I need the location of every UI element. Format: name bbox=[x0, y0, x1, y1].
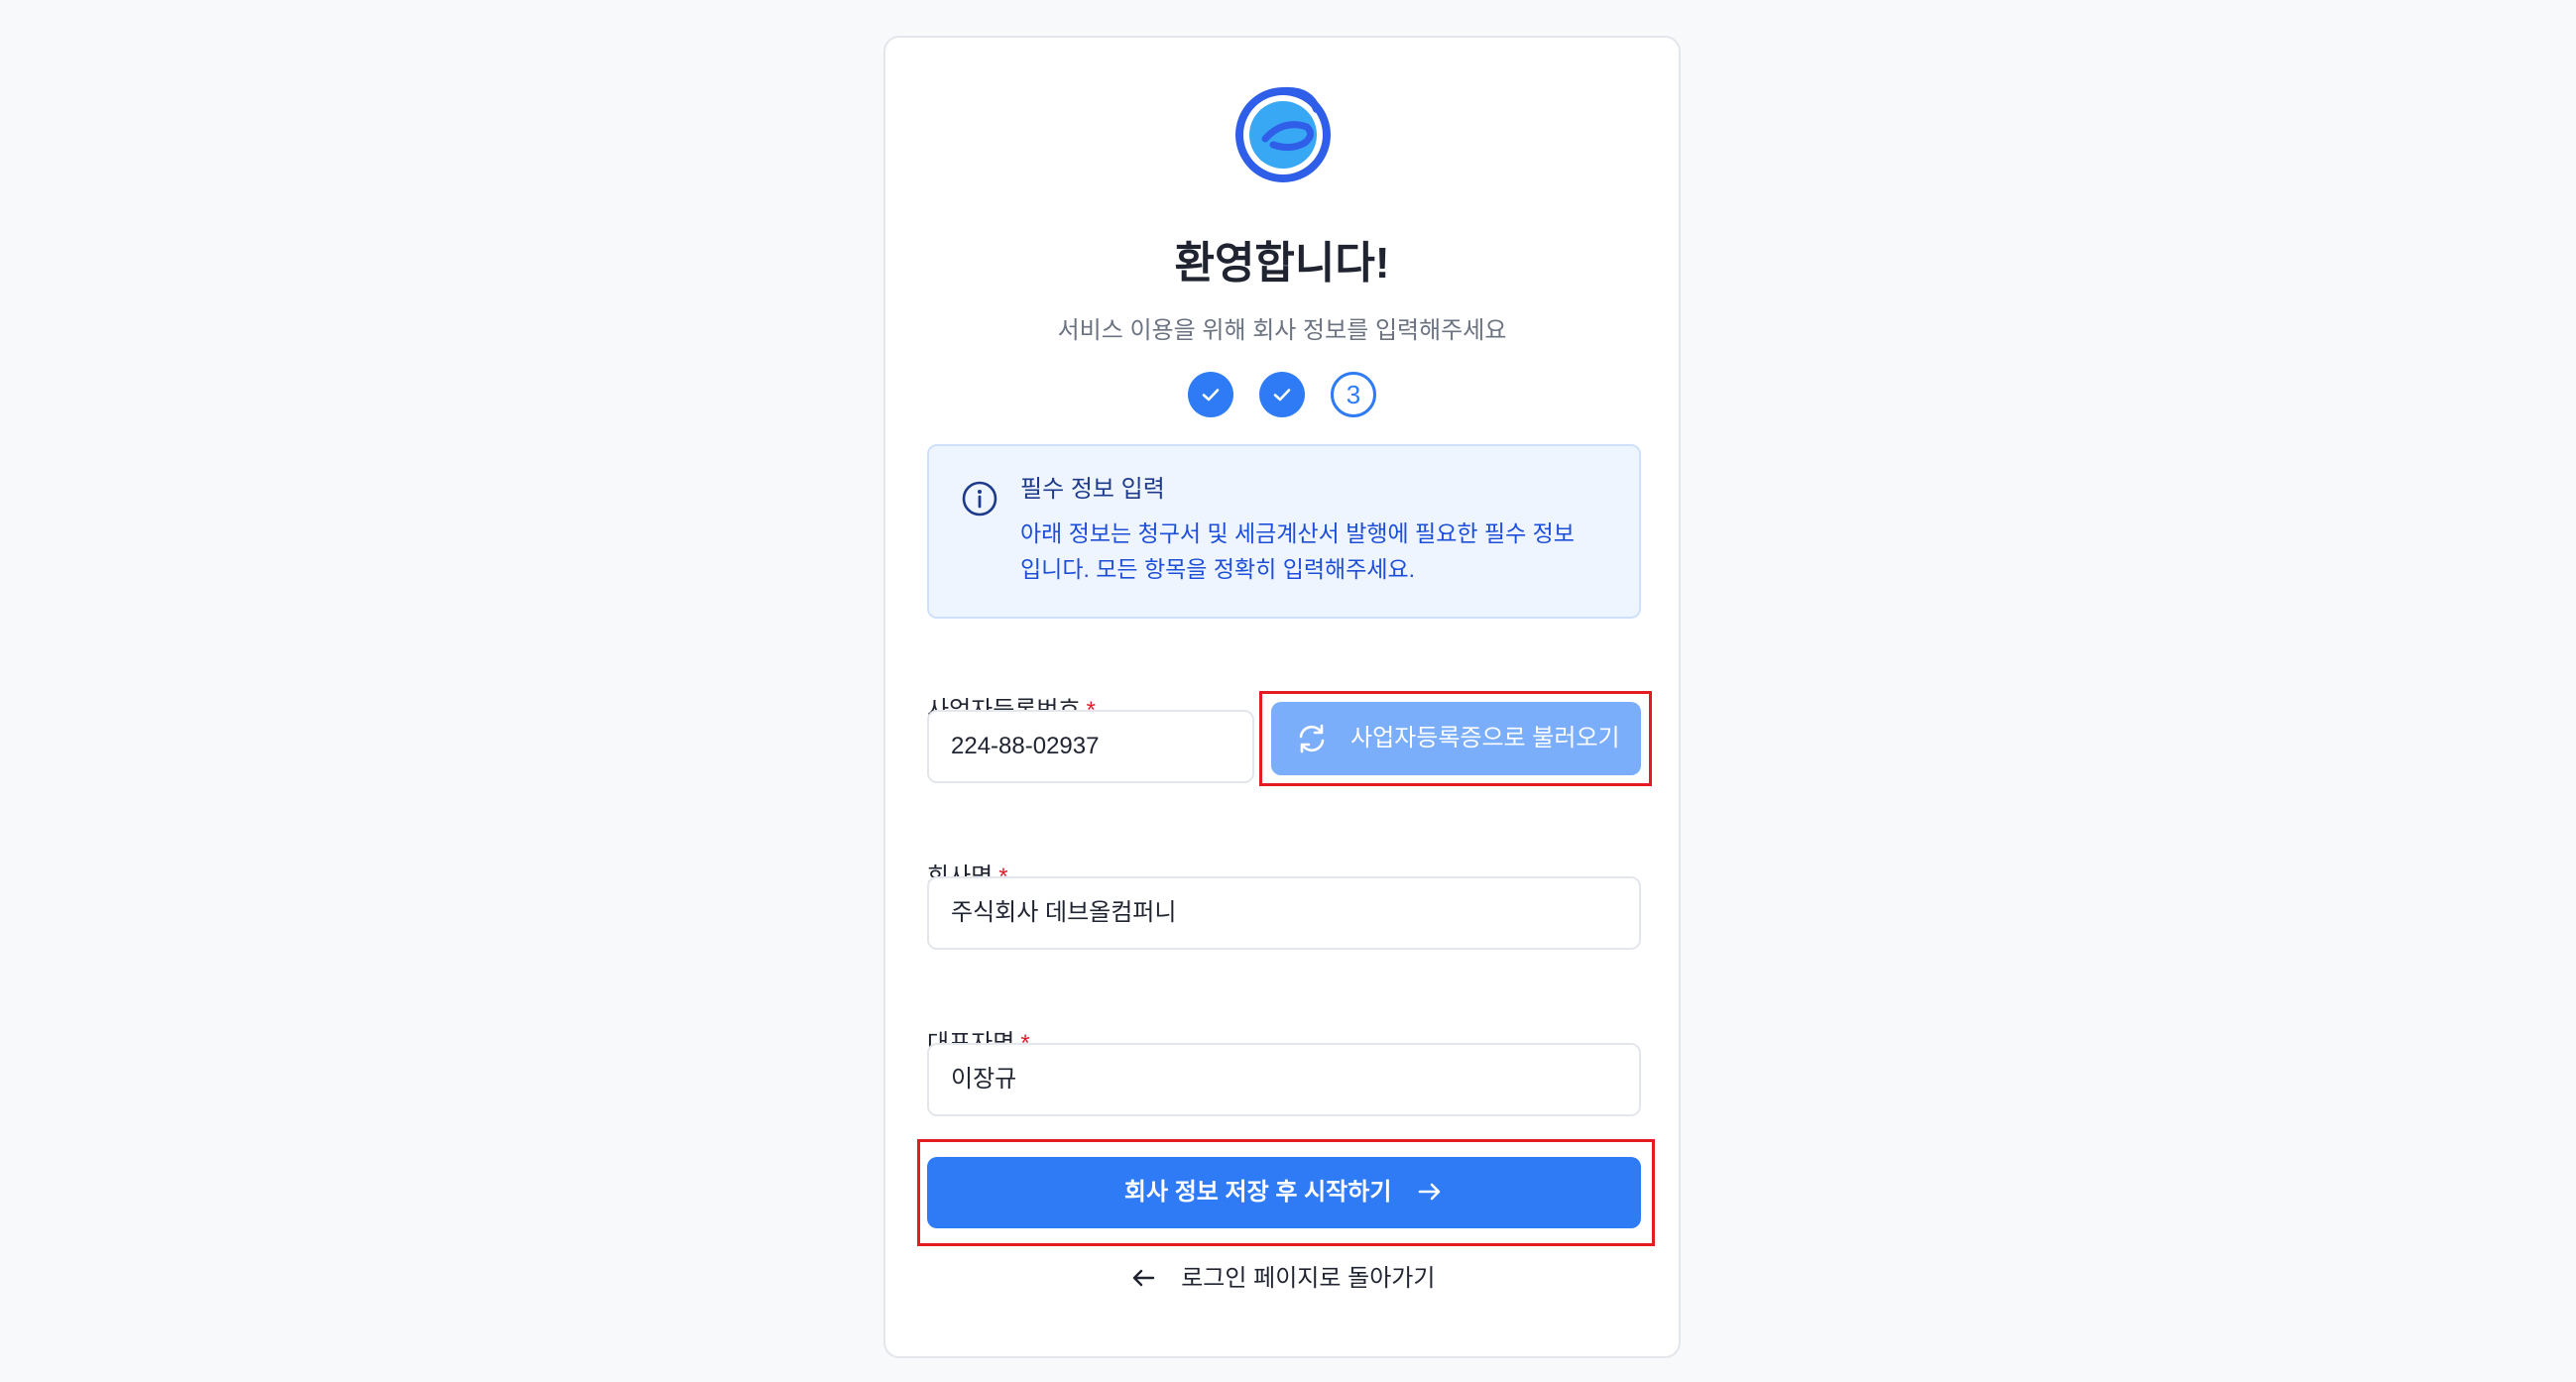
info-line-2: 입니다. 모든 항목을 정확히 입력해주세요. bbox=[1020, 556, 1416, 582]
load-button-label: 사업자등록증으로 불러오기 bbox=[1350, 725, 1620, 751]
step-3-current: 3 bbox=[1331, 372, 1376, 417]
save-and-start-button[interactable]: 회사 정보 저장 후 시작하기 bbox=[927, 1157, 1641, 1228]
refresh-icon bbox=[1299, 724, 1325, 753]
step-indicator: 3 bbox=[1188, 372, 1386, 417]
info-line-1: 아래 정보는 청구서 및 세금계산서 발행에 필요한 필수 정보 bbox=[1020, 520, 1575, 546]
onboarding-card: 환영합니다! 서비스 이용을 위해 회사 정보를 입력해주세요 3 필수 정보 … bbox=[883, 36, 1681, 1358]
check-icon bbox=[1202, 389, 1220, 402]
arrow-left-icon bbox=[1132, 1269, 1154, 1286]
step-1-complete bbox=[1188, 372, 1233, 417]
check-icon bbox=[1273, 389, 1291, 402]
business-number-input[interactable]: 224-88-02937 bbox=[927, 710, 1254, 783]
back-to-login-link[interactable]: 로그인 페이지로 돌아가기 bbox=[885, 1261, 1679, 1297]
company-name-input[interactable]: 주식회사 데브올컴퍼니 bbox=[927, 876, 1641, 950]
info-notice: 필수 정보 입력 아래 정보는 청구서 및 세금계산서 발행에 필요한 필수 정… bbox=[927, 444, 1641, 619]
info-icon bbox=[962, 481, 997, 517]
save-and-start-label: 회사 정보 저장 후 시작하기 bbox=[1123, 1179, 1392, 1206]
arrow-right-icon bbox=[1418, 1183, 1441, 1200]
info-description: 아래 정보는 청구서 및 세금계산서 발행에 필요한 필수 정보 입니다. 모든… bbox=[1020, 516, 1615, 587]
info-title: 필수 정보 입력 bbox=[1020, 476, 1165, 503]
ceo-name-input[interactable]: 이장규 bbox=[927, 1043, 1641, 1116]
page-title: 환영합니다! bbox=[1174, 239, 1390, 288]
logo-icon bbox=[1235, 86, 1331, 182]
back-to-login-label: 로그인 페이지로 돌아가기 bbox=[1181, 1265, 1436, 1292]
page-subtitle: 서비스 이용을 위해 회사 정보를 입력해주세요 bbox=[1057, 317, 1507, 344]
step-2-complete bbox=[1259, 372, 1305, 417]
load-from-certificate-button[interactable]: 사업자등록증으로 불러오기 bbox=[1271, 702, 1641, 775]
